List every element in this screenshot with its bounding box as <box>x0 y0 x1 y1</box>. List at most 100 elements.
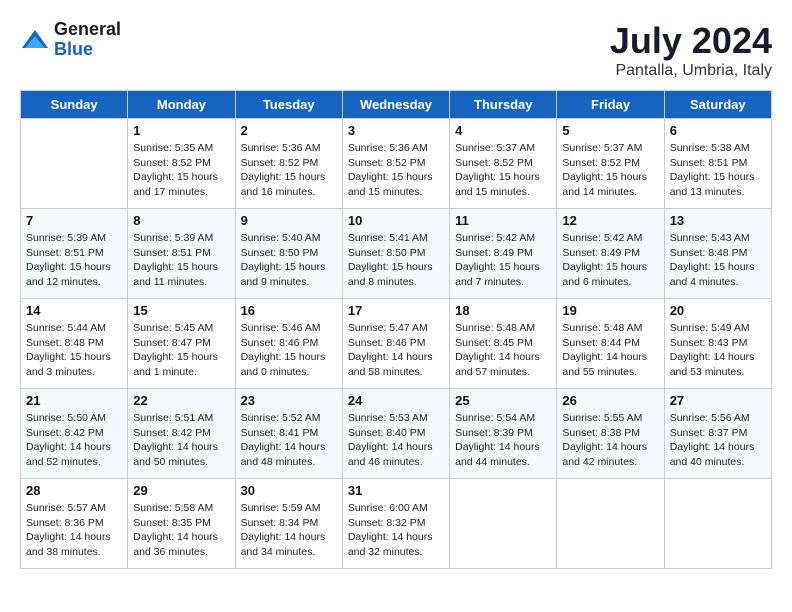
calendar-week-row: 7 Sunrise: 5:39 AM Sunset: 8:51 PM Daylig… <box>21 209 772 299</box>
calendar-cell <box>664 479 771 569</box>
calendar-cell: 10 Sunrise: 5:41 AM Sunset: 8:50 PM Dayli… <box>342 209 449 299</box>
day-number: 24 <box>348 393 444 408</box>
day-number: 31 <box>348 483 444 498</box>
day-number: 30 <box>241 483 337 498</box>
day-number: 27 <box>670 393 766 408</box>
logo: General Blue <box>20 20 121 60</box>
day-number: 28 <box>26 483 122 498</box>
day-number: 13 <box>670 213 766 228</box>
calendar-week-row: 21 Sunrise: 5:50 AM Sunset: 8:42 PM Dayli… <box>21 389 772 479</box>
day-number: 10 <box>348 213 444 228</box>
calendar-cell: 20 Sunrise: 5:49 AM Sunset: 8:43 PM Dayli… <box>664 299 771 389</box>
calendar-cell <box>557 479 664 569</box>
day-info: Sunrise: 5:40 AM Sunset: 8:50 PM Dayligh… <box>241 231 337 290</box>
day-number: 5 <box>562 123 658 138</box>
calendar-cell: 27 Sunrise: 5:56 AM Sunset: 8:37 PM Dayli… <box>664 389 771 479</box>
calendar-cell: 2Sunrise: 5:36 AM Sunset: 8:52 PM Daylig… <box>235 119 342 209</box>
day-info: Sunrise: 5:53 AM Sunset: 8:40 PM Dayligh… <box>348 411 444 470</box>
day-number: 8 <box>133 213 229 228</box>
day-number: 29 <box>133 483 229 498</box>
calendar-cell: 19Sunrise: 5:48 AM Sunset: 8:44 PM Dayli… <box>557 299 664 389</box>
logo-line1: General <box>54 20 121 40</box>
calendar-cell: 23Sunrise: 5:52 AM Sunset: 8:41 PM Dayli… <box>235 389 342 479</box>
calendar-table: SundayMondayTuesdayWednesdayThursdayFrid… <box>20 90 772 569</box>
calendar-cell: 24 Sunrise: 5:53 AM Sunset: 8:40 PM Dayli… <box>342 389 449 479</box>
month-year-title: July 2024 <box>610 20 772 62</box>
day-info: Sunrise: 5:35 AM Sunset: 8:52 PM Dayligh… <box>133 141 229 200</box>
calendar-cell: 9 Sunrise: 5:40 AM Sunset: 8:50 PM Daylig… <box>235 209 342 299</box>
column-header-friday: Friday <box>557 91 664 119</box>
column-header-thursday: Thursday <box>450 91 557 119</box>
calendar-cell: 4 Sunrise: 5:37 AM Sunset: 8:52 PM Daylig… <box>450 119 557 209</box>
day-number: 25 <box>455 393 551 408</box>
title-block: July 2024 Pantalla, Umbria, Italy <box>610 20 772 80</box>
day-info: Sunrise: 5:43 AM Sunset: 8:48 PM Dayligh… <box>670 231 766 290</box>
day-number: 20 <box>670 303 766 318</box>
day-number: 17 <box>348 303 444 318</box>
calendar-week-row: 1 Sunrise: 5:35 AM Sunset: 8:52 PM Daylig… <box>21 119 772 209</box>
day-number: 2 <box>241 123 337 138</box>
calendar-cell: 3Sunrise: 5:36 AM Sunset: 8:52 PM Daylig… <box>342 119 449 209</box>
calendar-cell: 21 Sunrise: 5:50 AM Sunset: 8:42 PM Dayli… <box>21 389 128 479</box>
column-header-saturday: Saturday <box>664 91 771 119</box>
day-info: Sunrise: 5:46 AM Sunset: 8:46 PM Dayligh… <box>241 321 337 380</box>
day-number: 21 <box>26 393 122 408</box>
column-header-wednesday: Wednesday <box>342 91 449 119</box>
calendar-cell: 7 Sunrise: 5:39 AM Sunset: 8:51 PM Daylig… <box>21 209 128 299</box>
day-number: 15 <box>133 303 229 318</box>
day-info: Sunrise: 5:50 AM Sunset: 8:42 PM Dayligh… <box>26 411 122 470</box>
day-number: 4 <box>455 123 551 138</box>
day-number: 22 <box>133 393 229 408</box>
calendar-cell: 1 Sunrise: 5:35 AM Sunset: 8:52 PM Daylig… <box>128 119 235 209</box>
day-number: 3 <box>348 123 444 138</box>
column-header-sunday: Sunday <box>21 91 128 119</box>
day-info: Sunrise: 5:59 AM Sunset: 8:34 PM Dayligh… <box>241 501 337 560</box>
day-info: Sunrise: 5:54 AM Sunset: 8:39 PM Dayligh… <box>455 411 551 470</box>
location-title: Pantalla, Umbria, Italy <box>610 62 772 80</box>
logo-icon <box>20 28 50 52</box>
day-info: Sunrise: 5:51 AM Sunset: 8:42 PM Dayligh… <box>133 411 229 470</box>
calendar-cell: 25 Sunrise: 5:54 AM Sunset: 8:39 PM Dayli… <box>450 389 557 479</box>
calendar-cell: 18Sunrise: 5:48 AM Sunset: 8:45 PM Dayli… <box>450 299 557 389</box>
calendar-cell: 15Sunrise: 5:45 AM Sunset: 8:47 PM Dayli… <box>128 299 235 389</box>
calendar-cell: 5Sunrise: 5:37 AM Sunset: 8:52 PM Daylig… <box>557 119 664 209</box>
day-info: Sunrise: 5:52 AM Sunset: 8:41 PM Dayligh… <box>241 411 337 470</box>
day-info: Sunrise: 5:42 AM Sunset: 8:49 PM Dayligh… <box>562 231 658 290</box>
day-info: Sunrise: 5:39 AM Sunset: 8:51 PM Dayligh… <box>133 231 229 290</box>
column-header-tuesday: Tuesday <box>235 91 342 119</box>
day-info: Sunrise: 5:38 AM Sunset: 8:51 PM Dayligh… <box>670 141 766 200</box>
day-number: 18 <box>455 303 551 318</box>
day-number: 11 <box>455 213 551 228</box>
day-info: Sunrise: 5:39 AM Sunset: 8:51 PM Dayligh… <box>26 231 122 290</box>
calendar-cell: 14Sunrise: 5:44 AM Sunset: 8:48 PM Dayli… <box>21 299 128 389</box>
day-info: Sunrise: 6:00 AM Sunset: 8:32 PM Dayligh… <box>348 501 444 560</box>
day-number: 1 <box>133 123 229 138</box>
calendar-cell: 12 Sunrise: 5:42 AM Sunset: 8:49 PM Dayli… <box>557 209 664 299</box>
day-number: 16 <box>241 303 337 318</box>
calendar-cell: 30 Sunrise: 5:59 AM Sunset: 8:34 PM Dayli… <box>235 479 342 569</box>
day-number: 9 <box>241 213 337 228</box>
day-number: 7 <box>26 213 122 228</box>
page-header: General Blue July 2024 Pantalla, Umbria,… <box>20 20 772 80</box>
calendar-cell: 22 Sunrise: 5:51 AM Sunset: 8:42 PM Dayli… <box>128 389 235 479</box>
day-info: Sunrise: 5:56 AM Sunset: 8:37 PM Dayligh… <box>670 411 766 470</box>
day-info: Sunrise: 5:49 AM Sunset: 8:43 PM Dayligh… <box>670 321 766 380</box>
calendar-cell: 6Sunrise: 5:38 AM Sunset: 8:51 PM Daylig… <box>664 119 771 209</box>
day-number: 14 <box>26 303 122 318</box>
day-info: Sunrise: 5:48 AM Sunset: 8:44 PM Dayligh… <box>562 321 658 380</box>
calendar-header-row: SundayMondayTuesdayWednesdayThursdayFrid… <box>21 91 772 119</box>
calendar-cell: 17Sunrise: 5:47 AM Sunset: 8:46 PM Dayli… <box>342 299 449 389</box>
calendar-cell: 26Sunrise: 5:55 AM Sunset: 8:38 PM Dayli… <box>557 389 664 479</box>
day-info: Sunrise: 5:41 AM Sunset: 8:50 PM Dayligh… <box>348 231 444 290</box>
day-number: 12 <box>562 213 658 228</box>
calendar-cell: 28Sunrise: 5:57 AM Sunset: 8:36 PM Dayli… <box>21 479 128 569</box>
calendar-cell <box>21 119 128 209</box>
calendar-cell: 13 Sunrise: 5:43 AM Sunset: 8:48 PM Dayli… <box>664 209 771 299</box>
calendar-cell: 29Sunrise: 5:58 AM Sunset: 8:35 PM Dayli… <box>128 479 235 569</box>
calendar-week-row: 28Sunrise: 5:57 AM Sunset: 8:36 PM Dayli… <box>21 479 772 569</box>
logo-line2: Blue <box>54 40 121 60</box>
day-number: 26 <box>562 393 658 408</box>
column-header-monday: Monday <box>128 91 235 119</box>
day-info: Sunrise: 5:37 AM Sunset: 8:52 PM Dayligh… <box>455 141 551 200</box>
calendar-cell: 31 Sunrise: 6:00 AM Sunset: 8:32 PM Dayli… <box>342 479 449 569</box>
